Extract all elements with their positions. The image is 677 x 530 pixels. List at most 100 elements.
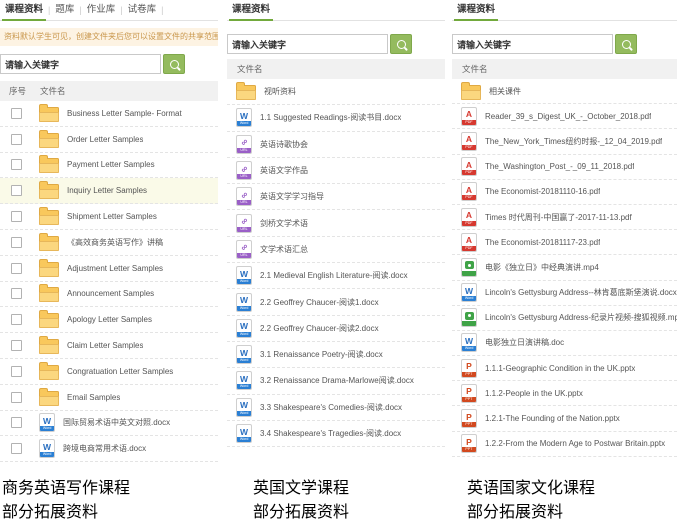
file-row[interactable]: WWordLincoln's Gettysburg Address--林肯葛底斯…: [452, 281, 677, 306]
tab-course-materials[interactable]: 课程资料: [229, 1, 273, 20]
file-row[interactable]: WWord2.2 Geoffrey Chaucer-阅读1.docx: [227, 289, 445, 315]
file-row[interactable]: WWord跨境电商常用术语.docx: [0, 436, 218, 462]
file-row[interactable]: WWord2.2 Geoffrey Chaucer-阅读2.docx: [227, 316, 445, 342]
file-row[interactable]: PPPT1.2.1-The Founding of the Nation.ppt…: [452, 406, 677, 431]
file-row[interactable]: APDFThe_New_York_Times纽约时报-_12_04_2019.p…: [452, 129, 677, 154]
file-name: 2.1 Medieval English Literature-阅读.docx: [260, 270, 408, 281]
row-checkbox[interactable]: [11, 392, 22, 403]
file-row[interactable]: WWord3.4 Shakespeare's Tragedies-阅读.docx: [227, 421, 445, 447]
row-checkbox[interactable]: [11, 237, 22, 248]
file-row[interactable]: APDFReader_39_s_Digest_UK_-_October_2018…: [452, 104, 677, 129]
search-input[interactable]: 请输入关键字: [227, 34, 388, 54]
file-badge-label: PDF: [465, 222, 472, 225]
file-row[interactable]: PPPT1.2.2-From the Modern Age to Postwar…: [452, 432, 677, 457]
row-checkbox[interactable]: [11, 443, 22, 454]
caption-line-1: 商务英语写作课程: [2, 477, 130, 501]
file-row[interactable]: WWord3.3 Shakespeare's Comedies-阅读.docx: [227, 395, 445, 421]
file-row[interactable]: Email Samples: [0, 385, 218, 411]
word-icon: WWord: [236, 398, 252, 417]
row-checkbox[interactable]: [11, 159, 22, 170]
file-badge: PDF: [462, 145, 476, 150]
tab-course-materials[interactable]: 课程资料: [454, 1, 498, 20]
table-header: 文件名: [227, 59, 445, 79]
file-row[interactable]: WWord国际贸易术语中英文对照.docx: [0, 411, 218, 437]
file-row[interactable]: WWord电影独立日演讲稿.doc: [452, 331, 677, 356]
file-row[interactable]: 相关课件: [452, 79, 677, 104]
row-checkbox[interactable]: [11, 417, 22, 428]
word-icon: WWord: [236, 371, 252, 390]
tab-course-materials[interactable]: 课程资料: [2, 1, 46, 20]
file-row[interactable]: WWord1.1 Suggested Readings-阅读书目.docx: [227, 105, 445, 131]
file-badge: PDF: [462, 195, 476, 200]
word-icon: WWord: [236, 424, 252, 443]
row-checkbox[interactable]: [11, 108, 22, 119]
file-badge: PPT: [462, 397, 476, 402]
folder-icon: [39, 391, 59, 406]
file-row[interactable]: ∞URL剑桥文学术语: [227, 210, 445, 236]
row-checkbox[interactable]: [11, 340, 22, 351]
file-row[interactable]: APDFThe_Washington_Post_-_09_11_2018.pdf: [452, 155, 677, 180]
caption-line-2: 部分拓展资料: [467, 501, 595, 525]
search-icon: [622, 40, 631, 49]
file-badge: Word: [237, 358, 251, 363]
file-row[interactable]: Inquiry Letter Samples: [0, 178, 218, 204]
search-input[interactable]: 请输入关键字: [0, 54, 161, 74]
file-row[interactable]: Announcement Samples: [0, 282, 218, 308]
file-row[interactable]: WWord2.1 Medieval English Literature-阅读.…: [227, 263, 445, 289]
file-list: 相关课件APDFReader_39_s_Digest_UK_-_October_…: [452, 79, 677, 457]
file-row[interactable]: ∞URL英语文学作品: [227, 158, 445, 184]
file-name: 文学术语汇总: [260, 244, 308, 255]
file-badge-label: PDF: [465, 196, 472, 199]
file-name: 2.2 Geoffrey Chaucer-阅读2.docx: [260, 323, 379, 334]
row-checkbox[interactable]: [11, 134, 22, 145]
row-checkbox[interactable]: [11, 211, 22, 222]
file-row[interactable]: Apology Letter Samples: [0, 307, 218, 333]
row-checkbox[interactable]: [11, 314, 22, 325]
tab-question-bank[interactable]: 题库: [52, 1, 77, 20]
file-row[interactable]: Payment Letter Samples: [0, 153, 218, 179]
file-badge-label: URL: [240, 175, 247, 178]
file-row[interactable]: APDFThe Economist-20181110-16.pdf: [452, 180, 677, 205]
file-row[interactable]: WWord3.1 Renaissance Poetry-阅读.docx: [227, 342, 445, 368]
search-button[interactable]: [390, 34, 412, 54]
file-badge-label: PPT: [465, 373, 472, 376]
search-input[interactable]: 请输入关键字: [452, 34, 613, 54]
file-glyph: A: [466, 211, 472, 219]
file-row[interactable]: Adjustment Letter Samples: [0, 256, 218, 282]
file-row[interactable]: ∞URL英语诗歌协会: [227, 132, 445, 158]
column-header-filename: 文件名: [37, 85, 66, 97]
file-row[interactable]: 《高效商务英语写作》讲稿: [0, 230, 218, 256]
file-badge-label: URL: [240, 201, 247, 204]
tab-homework-bank[interactable]: 作业库: [84, 1, 119, 20]
file-badge-label: URL: [240, 228, 247, 231]
file-row[interactable]: PPPT1.1.2-People in the UK.pptx: [452, 381, 677, 406]
file-glyph: A: [466, 110, 472, 118]
row-checkbox[interactable]: [11, 185, 22, 196]
file-row[interactable]: 电影《独立日》中经典演讲.mp4: [452, 255, 677, 280]
file-row[interactable]: Shipment Letter Samples: [0, 204, 218, 230]
file-row[interactable]: APDFThe Economist-20181117-23.pdf: [452, 230, 677, 255]
pdf-icon: APDF: [461, 157, 477, 176]
file-row[interactable]: Congratuation Letter Samples: [0, 359, 218, 385]
file-row[interactable]: APDFTimes 时代周刊-中国赢了-2017-11-13.pdf: [452, 205, 677, 230]
file-row[interactable]: 视听资料: [227, 79, 445, 105]
search-button[interactable]: [163, 54, 185, 74]
tab-exam-bank[interactable]: 试卷库: [125, 1, 160, 20]
file-row[interactable]: PPPT1.1.1-Geographic Condition in the UK…: [452, 356, 677, 381]
row-checkbox[interactable]: [11, 288, 22, 299]
file-row[interactable]: Order Letter Samples: [0, 127, 218, 153]
file-name: Claim Letter Samples: [67, 341, 143, 350]
search-button[interactable]: [615, 34, 637, 54]
file-badge: [462, 321, 476, 326]
file-row[interactable]: ∞URL文学术语汇总: [227, 237, 445, 263]
row-checkbox[interactable]: [11, 263, 22, 274]
file-badge-label: Word: [240, 412, 249, 415]
file-glyph: W: [240, 270, 248, 278]
file-row[interactable]: WWord3.2 Renaissance Drama-Marlowe阅读.doc…: [227, 368, 445, 394]
row-checkbox[interactable]: [11, 366, 22, 377]
file-row[interactable]: ∞URL英语文学学习指导: [227, 184, 445, 210]
file-row[interactable]: Claim Letter Samples: [0, 333, 218, 359]
file-row[interactable]: Lincoln's Gettysburg Address-纪录片视频-搜狐视频.…: [452, 306, 677, 331]
file-row[interactable]: Business Letter Sample- Format: [0, 101, 218, 127]
file-glyph: P: [466, 362, 472, 370]
